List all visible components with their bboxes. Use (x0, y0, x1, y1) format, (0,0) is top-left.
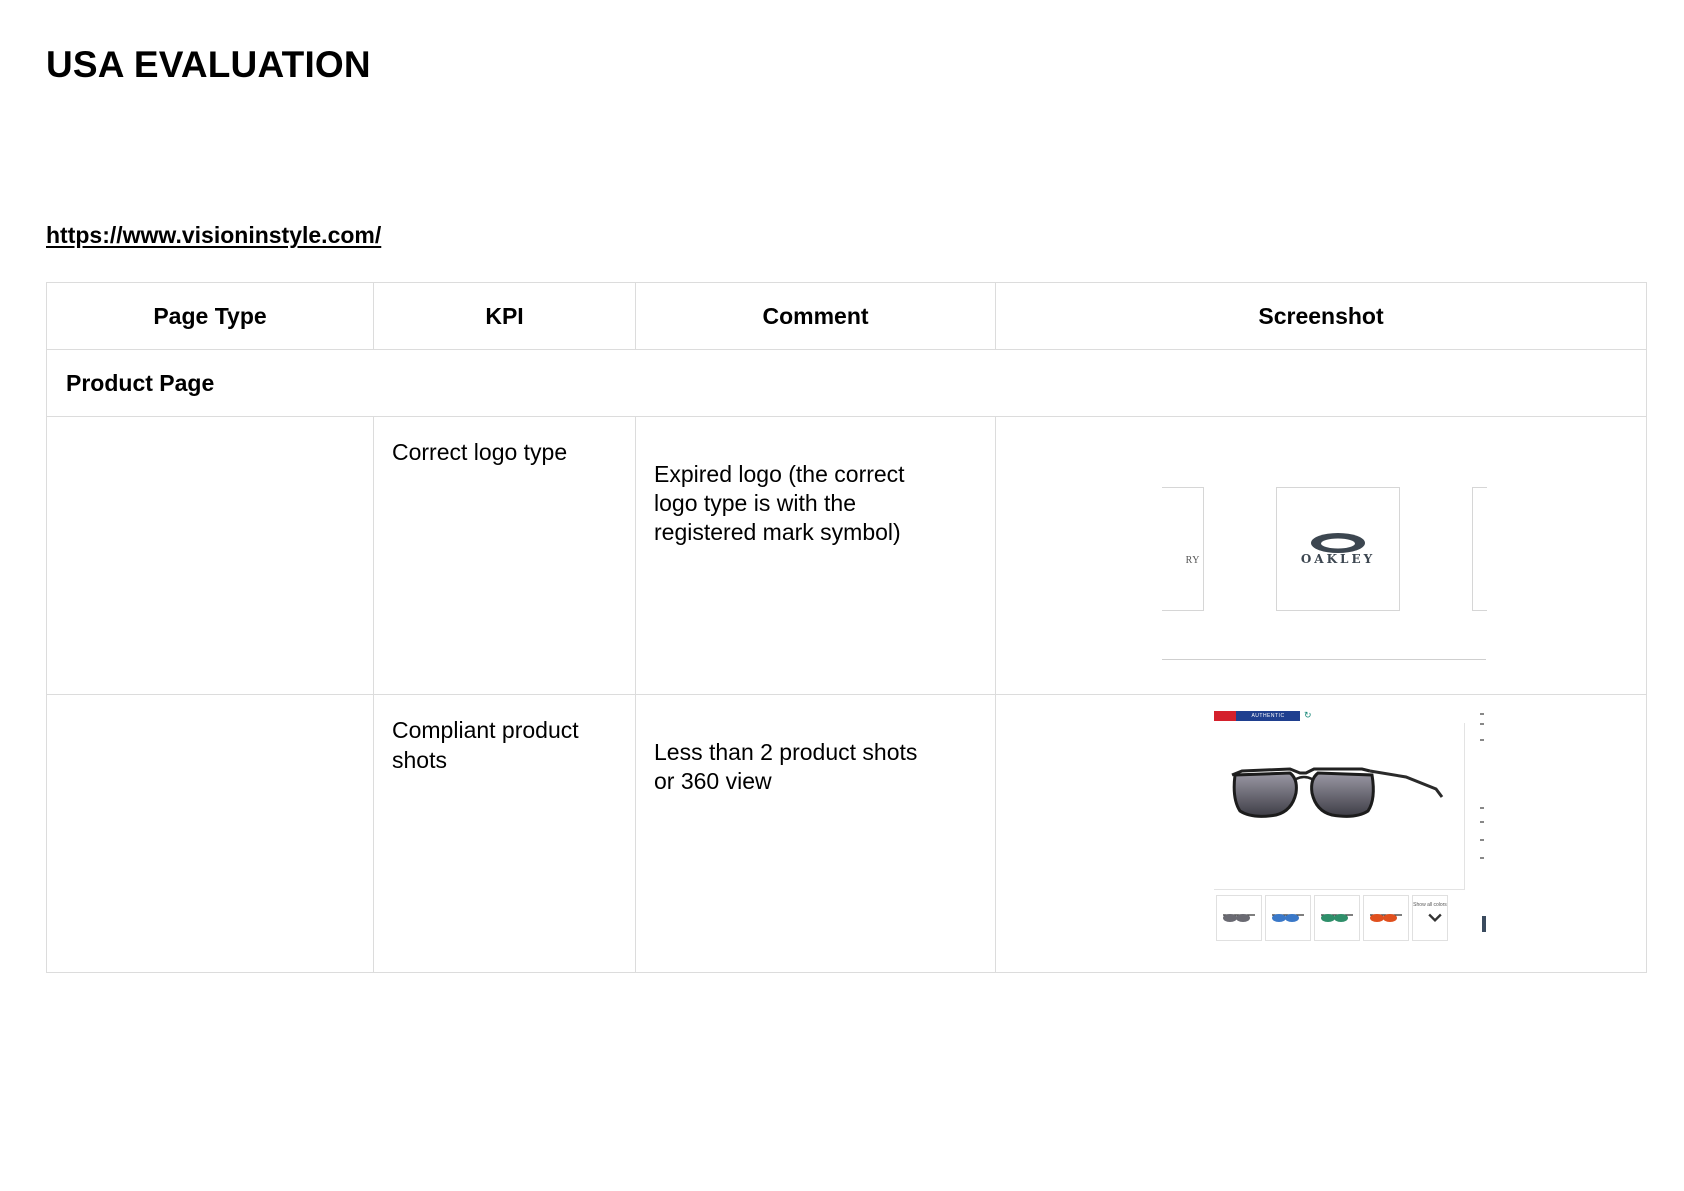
section-title: Product Page (46, 349, 1647, 417)
refresh-icon: ↻ (1304, 710, 1312, 720)
brand-tile-partial-right (1472, 487, 1487, 611)
comment-cell: Less than 2 product shots or 360 view (635, 694, 996, 973)
show-more-colors-button[interactable]: Show all colors (1412, 895, 1448, 941)
show-more-label: Show all colors (1413, 902, 1447, 908)
thumbnail[interactable] (1216, 895, 1262, 941)
comment-cell: Expired logo (the correct logo type is w… (635, 416, 996, 695)
header-page-type: Page Type (46, 282, 374, 350)
page-type-cell (46, 694, 374, 973)
authentic-badge: AUTHENTIC (1236, 711, 1300, 721)
thumbnail[interactable] (1314, 895, 1360, 941)
screenshot-cell: AUTHENTIC ↻ Show all colors (995, 694, 1647, 973)
sunglasses-thumb-icon (1370, 914, 1402, 922)
table-row: Correct logo type Expired logo (the corr… (46, 416, 1647, 695)
brand-tile-partial-left: RY (1162, 487, 1204, 611)
kpi-text: Correct logo type (392, 439, 568, 465)
edge-marks (1480, 711, 1486, 881)
brand-tile-oakley: OAKLEY (1276, 487, 1400, 611)
kpi-text: Compliant product shots (392, 717, 579, 773)
product-screenshot: AUTHENTIC ↻ Show all colors (1214, 711, 1486, 959)
comment-text: Expired logo (the correct logo type is w… (654, 461, 905, 545)
badge-red (1214, 711, 1236, 721)
table-header-row: Page Type KPI Comment Screenshot (46, 282, 1647, 350)
table-row: Compliant product shots Less than 2 prod… (46, 694, 1647, 973)
kpi-cell: Compliant product shots (373, 694, 636, 973)
chevron-down-icon (1428, 913, 1442, 922)
screenshot-cell: RY OAKLEY (995, 416, 1647, 695)
sunglasses-thumb-icon (1321, 914, 1353, 922)
logo-screenshot: RY OAKLEY (1162, 487, 1487, 660)
section-row: Product Page (46, 349, 1647, 417)
thumbnail[interactable] (1363, 895, 1409, 941)
partial-brand-text: RY (1185, 555, 1200, 566)
header-comment: Comment (635, 282, 996, 350)
site-link[interactable]: https://www.visioninstyle.com/ (46, 222, 381, 249)
page-type-cell (46, 416, 374, 695)
page-title: USA EVALUATION (46, 44, 371, 85)
evaluation-table: Page Type KPI Comment Screenshot Product… (46, 282, 1647, 973)
kpi-cell: Correct logo type (373, 416, 636, 695)
main-product-image (1214, 723, 1465, 890)
header-kpi: KPI (373, 282, 636, 350)
sunglasses-image-icon (1231, 767, 1444, 818)
sunglasses-thumb-icon (1223, 914, 1255, 922)
comment-text: Less than 2 product shots or 360 view (654, 739, 918, 794)
edge-bar (1482, 916, 1486, 932)
brand-name: OAKLEY (1300, 552, 1376, 566)
sunglasses-thumb-icon (1272, 914, 1304, 922)
thumbnail[interactable] (1265, 895, 1311, 941)
divider (1162, 659, 1486, 660)
header-screenshot: Screenshot (995, 282, 1647, 350)
